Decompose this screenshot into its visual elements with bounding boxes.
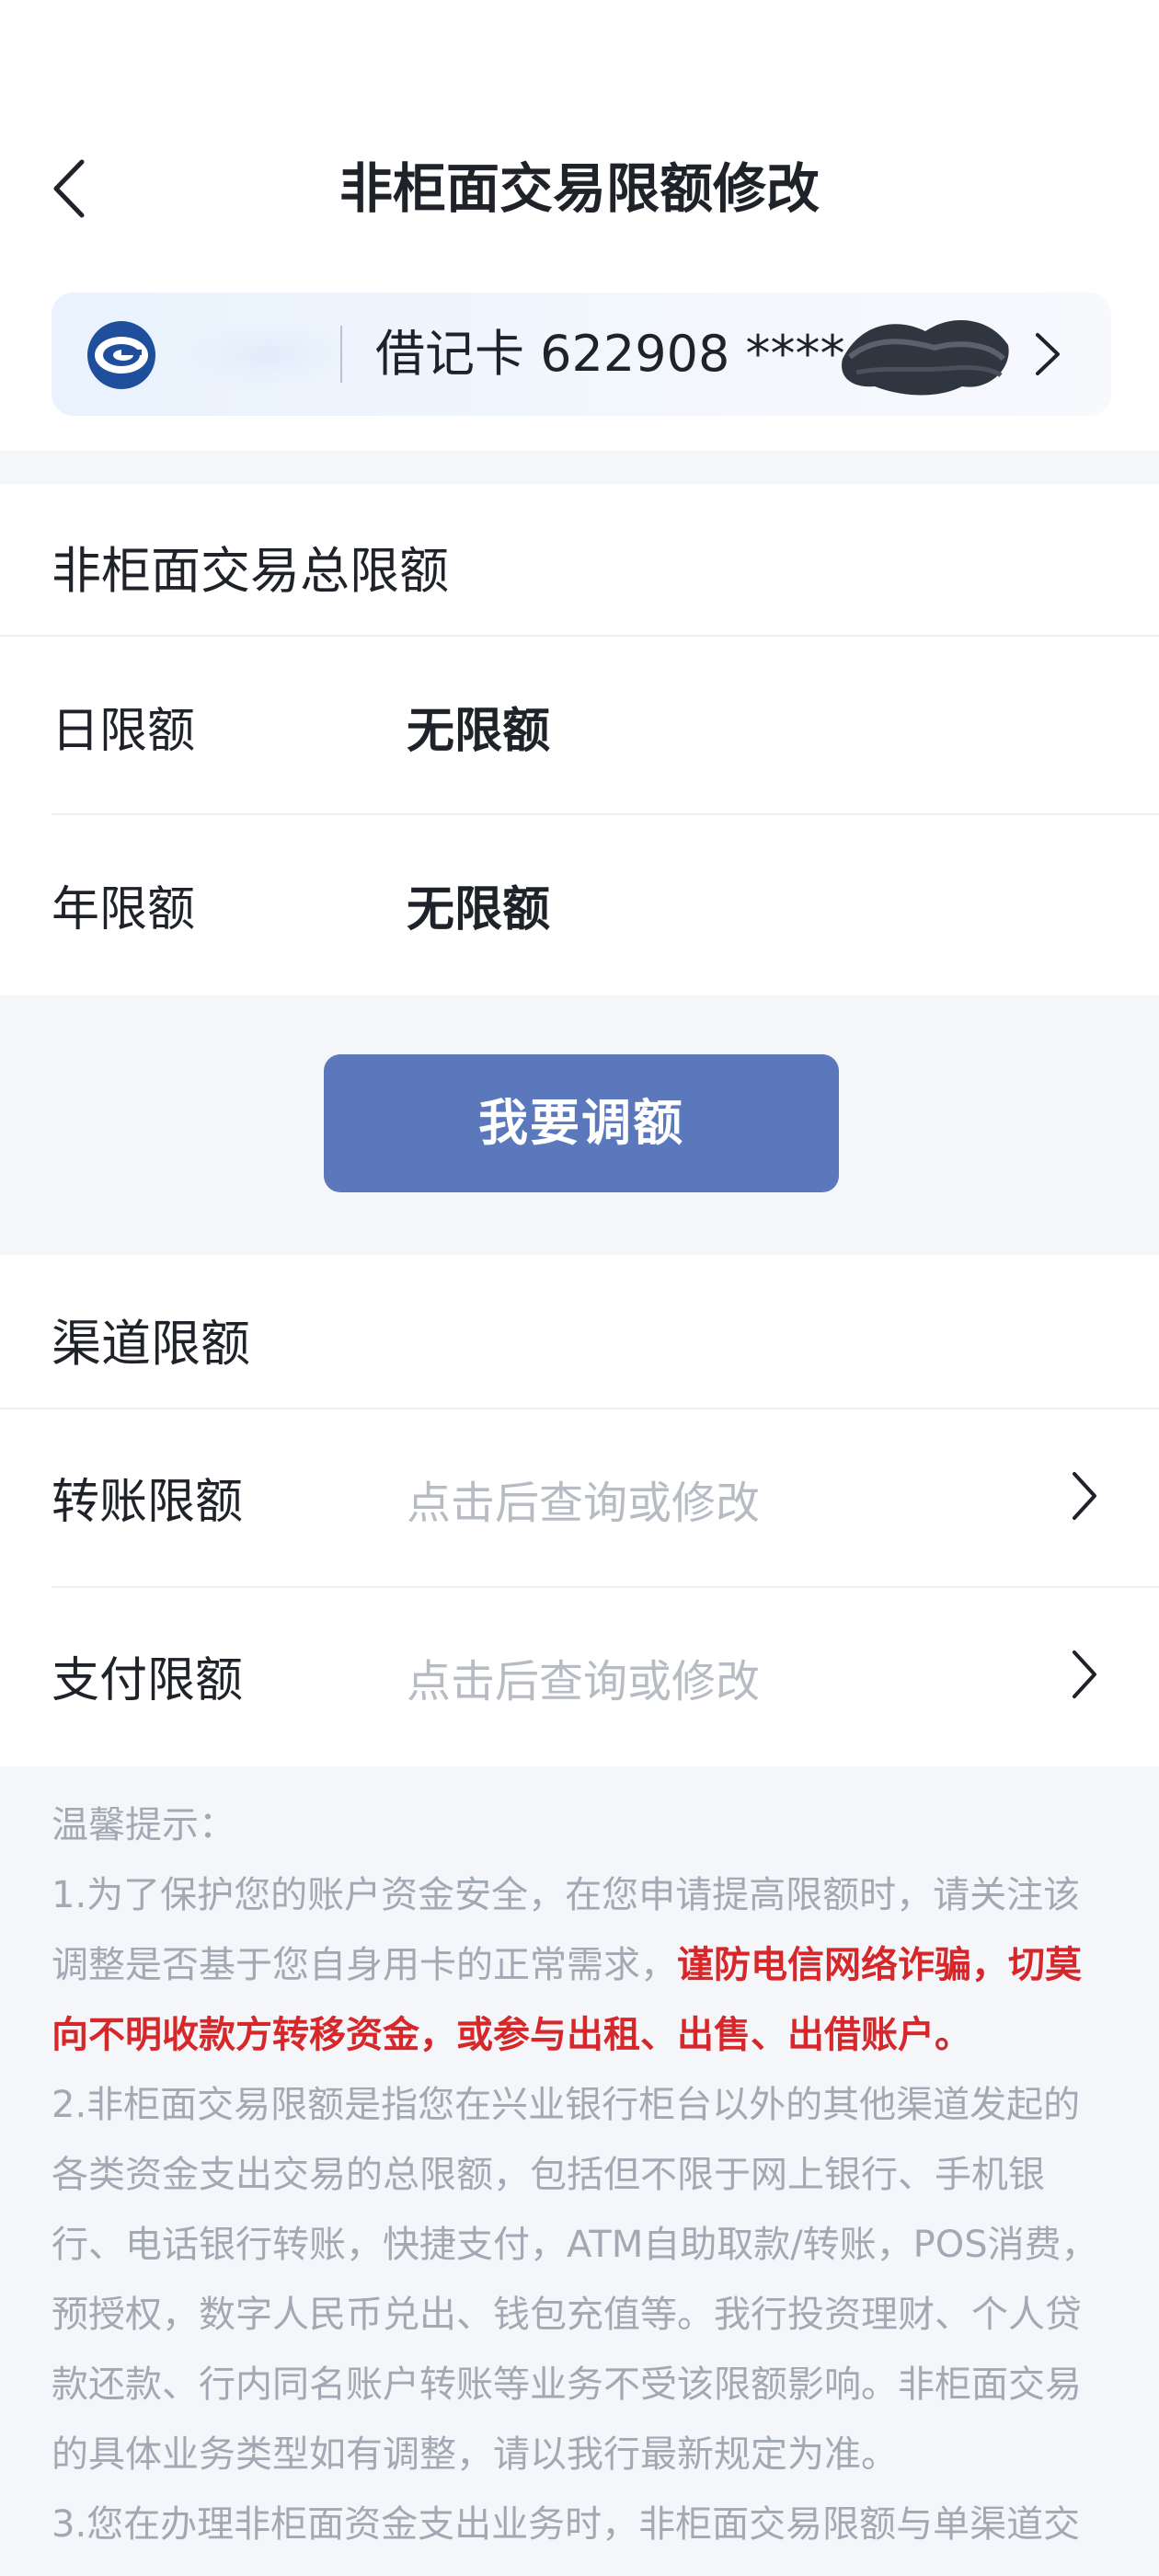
adjust-limit-button[interactable]: 我要调额 — [324, 1054, 839, 1192]
section-title: 非柜面交易总限额 — [52, 542, 449, 600]
total-limit-section: 非柜面交易总限额 日限额 无限额 年限额 无限额 — [0, 484, 1159, 995]
divider — [52, 813, 1159, 815]
transfer-limit-label: 转账限额 — [52, 1475, 244, 1530]
card-divider — [340, 326, 342, 383]
transfer-limit-row[interactable]: 转账限额 点击后查询或修改 — [0, 1409, 1159, 1586]
daily-limit-value: 无限额 — [407, 704, 551, 759]
card-selector[interactable]: 借记卡 622908 **** — [52, 293, 1111, 416]
bank-name-redacted — [180, 320, 355, 388]
section-title: 渠道限额 — [52, 1315, 250, 1373]
notice: 温馨提示： 1.为了保护您的账户资金安全，在您申请提高限额时，请关注该调整是否基… — [52, 1790, 1111, 2559]
notice-paragraph-1: 1.为了保护您的账户资金安全，在您申请提高限额时，请关注该调整是否基于您自身用卡… — [52, 1860, 1111, 2070]
channel-limit-section: 渠道限额 转账限额 点击后查询或修改 支付限额 点击后查询或修改 — [0, 1255, 1159, 1766]
daily-limit-label: 日限额 — [52, 704, 196, 759]
payment-limit-placeholder: 点击后查询或修改 — [407, 1656, 761, 1708]
divider — [0, 635, 1159, 637]
notice-paragraph-2: 2.非柜面交易限额是指您在兴业银行柜台以外的其他渠道发起的各类资金支出交易的总限… — [52, 2084, 1098, 2476]
yearly-limit-label: 年限额 — [52, 882, 196, 937]
yearly-limit-value: 无限额 — [407, 882, 551, 937]
notice-title: 温馨提示： — [52, 1804, 235, 1846]
redaction-scribble — [842, 320, 1009, 396]
payment-limit-row[interactable]: 支付限额 点击后查询或修改 — [0, 1588, 1159, 1765]
header: 非柜面交易限额修改 借记卡 622908 **** — [0, 0, 1159, 451]
chevron-right-icon — [1036, 333, 1060, 375]
payment-limit-label: 支付限额 — [52, 1653, 244, 1708]
notice-paragraph-3: 3.您在办理非柜面资金支出业务时，非柜面交易限额与单渠道交 — [52, 2503, 1081, 2546]
bank-logo-icon — [87, 321, 155, 389]
chevron-right-icon — [1073, 1650, 1096, 1698]
card-number: 借记卡 622908 **** — [375, 325, 845, 383]
page-title: 非柜面交易限额修改 — [339, 157, 820, 220]
transfer-limit-placeholder: 点击后查询或修改 — [407, 1478, 761, 1529]
chevron-right-icon — [1073, 1472, 1096, 1520]
